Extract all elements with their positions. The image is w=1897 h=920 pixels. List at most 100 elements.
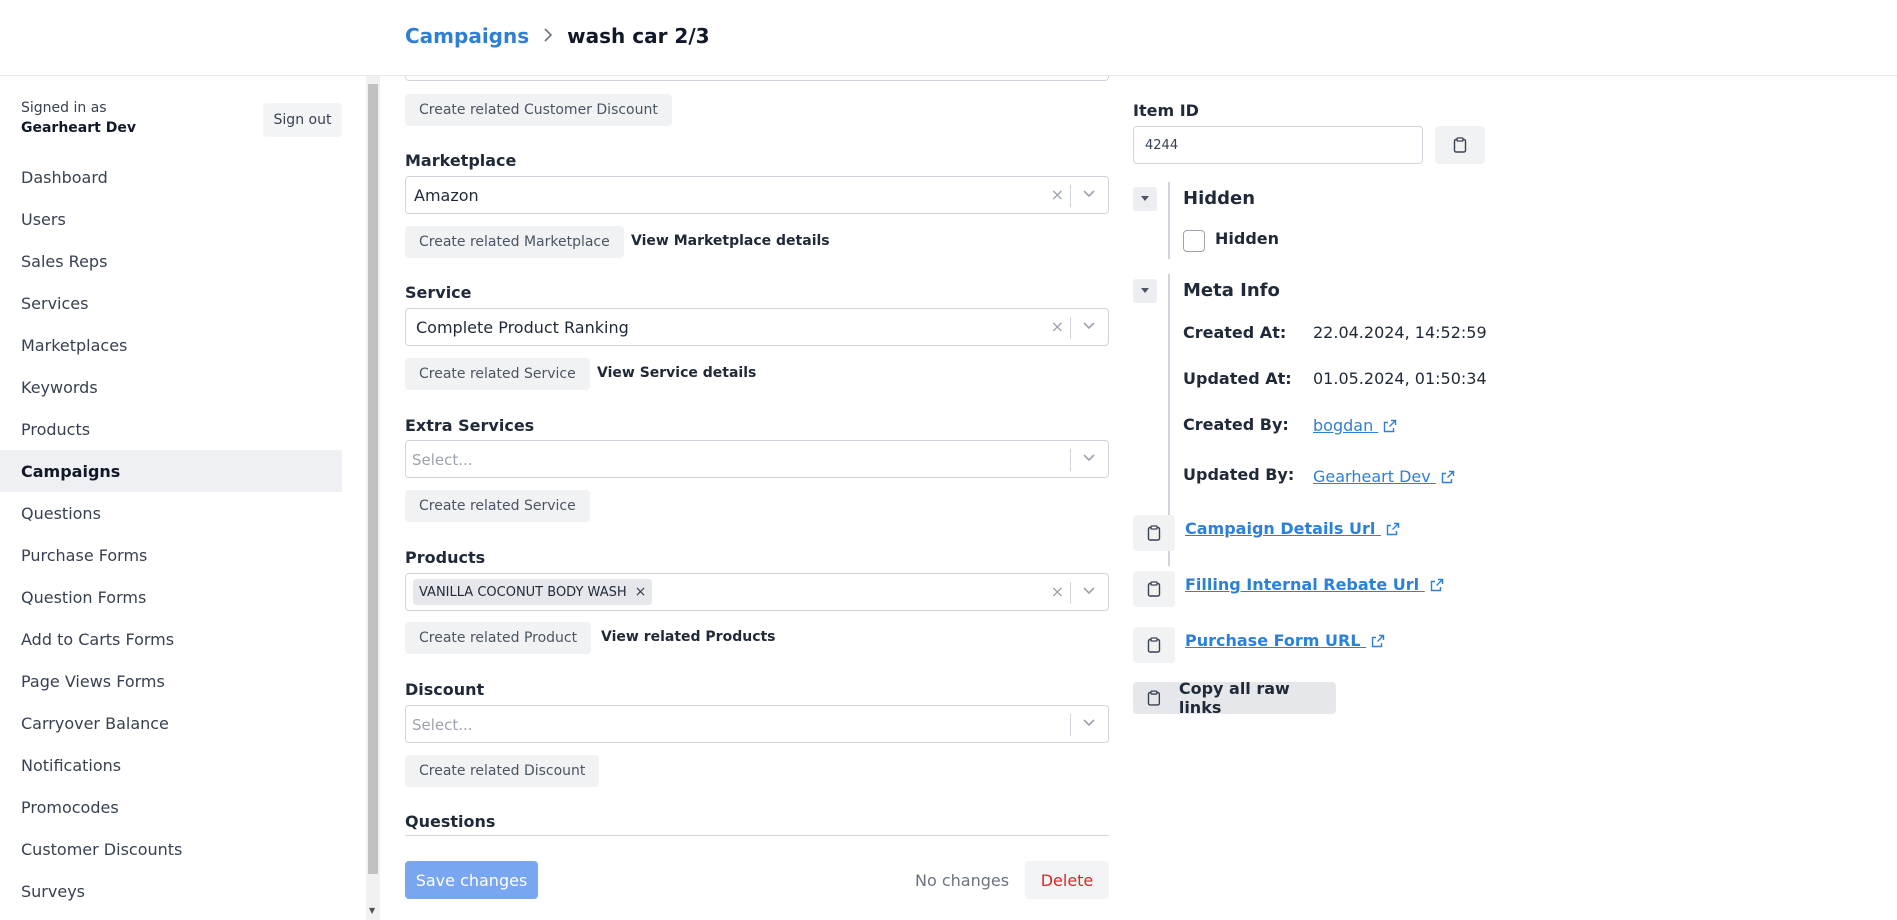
- details-panel: Item ID 4244 Hidden Hidden Meta Info Cre…: [1133, 76, 1633, 920]
- created-at-value: 22.04.2024, 14:52:59: [1313, 323, 1487, 342]
- scrollbar-thumb[interactable]: [368, 84, 378, 874]
- clear-icon[interactable]: ×: [1051, 317, 1064, 336]
- breadcrumb-campaigns-link[interactable]: Campaigns: [405, 24, 529, 48]
- select-divider: [1070, 185, 1071, 207]
- purchase-form-url-label: Purchase Form URL: [1185, 631, 1361, 650]
- clipboard-icon: [1453, 137, 1467, 153]
- save-changes-button[interactable]: Save changes: [405, 861, 538, 899]
- created-at-label: Created At:: [1183, 323, 1287, 342]
- extra-services-placeholder: Select...: [412, 451, 473, 469]
- marketplace-value: Amazon: [414, 186, 479, 205]
- sidebar-item-sales-reps[interactable]: Sales Reps: [0, 240, 342, 282]
- sidebar-item-services[interactable]: Services: [0, 282, 342, 324]
- view-products-link[interactable]: View related Products: [601, 629, 776, 645]
- rebate-url-link[interactable]: Filling Internal Rebate Url: [1185, 575, 1444, 594]
- clipboard-icon: [1147, 637, 1161, 653]
- sidebar-item-carryover-balance[interactable]: Carryover Balance: [0, 702, 342, 744]
- chevron-down-icon[interactable]: [1082, 584, 1096, 598]
- sidebar-item-surveys[interactable]: Surveys: [0, 870, 342, 912]
- create-extra-service-button[interactable]: Create related Service: [405, 490, 590, 522]
- updated-by-label: Updated By:: [1183, 465, 1295, 484]
- top-bar: Campaigns wash car 2/3: [0, 0, 1897, 76]
- signed-in-label: Signed in as: [21, 100, 107, 116]
- select-divider: [1070, 714, 1071, 736]
- hidden-checkbox[interactable]: [1183, 230, 1205, 252]
- purchase-form-url-link[interactable]: Purchase Form URL: [1185, 631, 1385, 650]
- copy-rebate-url-button[interactable]: [1133, 571, 1175, 607]
- external-link-icon: [1371, 634, 1385, 648]
- updated-by-link[interactable]: Gearheart Dev: [1313, 467, 1455, 486]
- sidebar-item-add-to-carts-forms[interactable]: Add to Carts Forms: [0, 618, 342, 660]
- sidebar-nav: Dashboard Users Sales Reps Services Mark…: [0, 156, 342, 912]
- delete-button[interactable]: Delete: [1025, 861, 1109, 899]
- sidebar-item-purchase-forms[interactable]: Purchase Forms: [0, 534, 342, 576]
- products-select[interactable]: VANILLA COCONUT BODY WASH × ×: [405, 573, 1109, 611]
- sidebar-item-marketplaces[interactable]: Marketplaces: [0, 324, 342, 366]
- copy-campaign-details-url-button[interactable]: [1133, 515, 1175, 551]
- remove-chip-icon[interactable]: ×: [635, 584, 647, 600]
- collapse-meta-toggle[interactable]: [1133, 279, 1157, 303]
- clear-icon[interactable]: ×: [1051, 185, 1064, 204]
- caret-down-icon: [1141, 196, 1149, 201]
- copy-item-id-button[interactable]: [1435, 126, 1485, 164]
- page-title: wash car 2/3: [567, 24, 710, 48]
- create-product-button[interactable]: Create related Product: [405, 622, 592, 654]
- campaign-details-url-link[interactable]: Campaign Details Url: [1185, 519, 1400, 538]
- copy-all-raw-links-label: Copy all raw links: [1178, 679, 1290, 717]
- sidebar-item-dashboard[interactable]: Dashboard: [0, 156, 342, 198]
- chevron-down-icon[interactable]: [1082, 187, 1096, 201]
- updated-at-value: 01.05.2024, 01:50:34: [1313, 369, 1487, 388]
- clear-icon[interactable]: ×: [1051, 582, 1064, 601]
- sidebar-item-promocodes[interactable]: Promocodes: [0, 786, 342, 828]
- breadcrumb: Campaigns wash car 2/3: [405, 24, 710, 48]
- external-link-icon: [1430, 578, 1443, 592]
- sidebar-item-questions[interactable]: Questions: [0, 492, 342, 534]
- discount-select[interactable]: Select...: [405, 705, 1109, 743]
- sidebar-item-keywords[interactable]: Keywords: [0, 366, 342, 408]
- updated-at-label: Updated At:: [1183, 369, 1292, 388]
- marketplace-select[interactable]: Amazon ×: [405, 176, 1109, 214]
- chevron-down-icon[interactable]: [1082, 451, 1096, 465]
- view-marketplace-link[interactable]: View Marketplace details: [631, 233, 830, 249]
- collapse-hidden-toggle[interactable]: [1133, 187, 1157, 211]
- meta-info-title: Meta Info: [1183, 280, 1280, 301]
- created-by-label: Created By:: [1183, 415, 1289, 434]
- caret-down-icon: [1141, 288, 1149, 293]
- sidebar-item-users[interactable]: Users: [0, 198, 342, 240]
- extra-services-label: Extra Services: [405, 416, 535, 435]
- save-status: No changes: [915, 871, 1010, 890]
- copy-purchase-form-url-button[interactable]: [1133, 627, 1175, 663]
- create-discount-button[interactable]: Create related Discount: [405, 755, 600, 787]
- view-service-link[interactable]: View Service details: [597, 365, 756, 381]
- copy-all-raw-links-button[interactable]: Copy all raw links: [1133, 679, 1336, 717]
- sign-out-button[interactable]: Sign out: [263, 103, 342, 137]
- create-marketplace-button[interactable]: Create related Marketplace: [405, 226, 624, 258]
- chevron-down-icon[interactable]: [1082, 716, 1096, 730]
- scroll-down-arrow-icon[interactable]: ▼: [369, 906, 375, 915]
- create-service-button[interactable]: Create related Service: [405, 358, 590, 390]
- sidebar-item-notifications[interactable]: Notifications: [0, 744, 342, 786]
- sidebar-scrollbar[interactable]: ▼: [366, 76, 380, 920]
- select-divider: [1070, 582, 1071, 604]
- item-id-field[interactable]: 4244: [1133, 126, 1423, 164]
- discount-placeholder: Select...: [412, 716, 473, 734]
- marketplace-label: Marketplace: [405, 151, 517, 170]
- chevron-right-icon: [543, 26, 553, 47]
- external-link-icon: [1386, 522, 1400, 536]
- created-by-link[interactable]: bogdan: [1313, 416, 1397, 435]
- clipboard-icon: [1147, 690, 1161, 706]
- external-link-icon: [1441, 470, 1454, 484]
- chevron-down-icon[interactable]: [1082, 319, 1096, 333]
- service-select[interactable]: Complete Product Ranking ×: [405, 308, 1109, 346]
- create-customer-discount-button[interactable]: Create related Customer Discount: [405, 94, 672, 126]
- sidebar-item-question-forms[interactable]: Question Forms: [0, 576, 342, 618]
- sidebar-item-customer-discounts[interactable]: Customer Discounts: [0, 828, 342, 870]
- clipboard-icon: [1147, 581, 1161, 597]
- products-label: Products: [405, 548, 486, 567]
- discount-label: Discount: [405, 680, 485, 699]
- sidebar-item-page-views-forms[interactable]: Page Views Forms: [0, 660, 342, 702]
- extra-services-select[interactable]: Select...: [405, 440, 1109, 478]
- previous-field-edge: [405, 76, 1109, 81]
- sidebar-item-products[interactable]: Products: [0, 408, 342, 450]
- sidebar-item-campaigns[interactable]: Campaigns: [0, 450, 342, 492]
